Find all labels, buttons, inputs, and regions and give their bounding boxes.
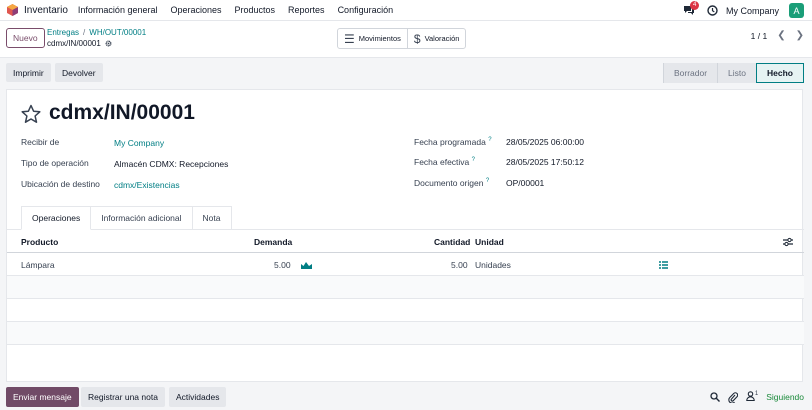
top-navbar: Inventario Información general Operacion… (0, 0, 812, 21)
gear-icon[interactable] (105, 40, 112, 47)
clock-icon[interactable] (707, 5, 718, 16)
notebook-tabs: Operaciones Información adicional Nota (21, 206, 232, 230)
field-value-recibir-de[interactable]: My Company (114, 138, 164, 148)
valoracion-button[interactable]: $ Valoración (406, 29, 466, 48)
list-icon: ☰ (344, 31, 355, 46)
breadcrumb-wh-out[interactable]: WH/OUT/00001 (89, 28, 146, 37)
field-label-documento-origen: Documento origen ? (414, 178, 490, 188)
current-record: cdmx/IN/00001 (47, 39, 112, 48)
chat-badge: 4 (689, 0, 700, 10)
empty-row (7, 299, 804, 322)
stage-hecho[interactable]: Hecho (756, 63, 804, 83)
form-sheet: cdmx/IN/00001 Recibir de My Company Tipo… (6, 89, 804, 382)
user-icon (746, 391, 755, 402)
table-header: Producto Demanda Cantidad Unidad (7, 231, 804, 253)
breadcrumb-entregas[interactable]: Entregas (47, 28, 79, 37)
field-value-documento-origen[interactable]: OP/00001 (506, 178, 544, 188)
breadcrumb-separator: / (83, 28, 86, 37)
cell-product: Lámpara (21, 260, 55, 270)
pager-value[interactable]: 1 / 1 (751, 31, 768, 41)
current-record-name: cdmx/IN/00001 (47, 39, 101, 48)
inventory-app-icon[interactable] (7, 4, 18, 16)
tab-nota[interactable]: Nota (192, 206, 232, 230)
tab-operaciones[interactable]: Operaciones (21, 206, 92, 230)
print-button[interactable]: Imprimir (6, 63, 51, 82)
table-row[interactable]: Lámpara 5.00 5.00 Unidades (7, 253, 804, 276)
nav-item-productos[interactable]: Productos (235, 5, 276, 15)
valoracion-label: Valoración (424, 34, 460, 43)
field-value-tipo-operacion[interactable]: Almacén CDMX: Recepciones (114, 159, 228, 169)
help-icon[interactable]: ? (486, 178, 489, 184)
field-label-recibir-de: Recibir de (21, 137, 60, 147)
field-label-fecha-programada: Fecha programada ? (414, 137, 492, 147)
field-label-fecha-efectiva: Fecha efectiva ? (414, 157, 475, 167)
search-icon[interactable] (710, 392, 720, 402)
messaging-button[interactable]: 4 (683, 0, 700, 17)
user-avatar[interactable]: A (789, 3, 804, 18)
cell-unit: Unidades (475, 260, 511, 270)
smart-buttons: ☰ Movimientos $ Valoración (337, 28, 467, 49)
following-button[interactable]: Siguiendo (766, 392, 804, 402)
cell-demand: 5.00 (274, 260, 291, 270)
field-value-ubicacion-destino[interactable]: cdmx/Existencias (114, 180, 180, 190)
star-icon[interactable] (21, 104, 41, 124)
record-title: cdmx/IN/00001 (49, 101, 195, 124)
status-bar: Imprimir Devolver Borrador Listo Hecho (0, 58, 812, 88)
nav-item-configuracion[interactable]: Configuración (338, 5, 394, 15)
field-label-tipo-operacion: Tipo de operación (21, 158, 89, 168)
followers-count: 1 (754, 391, 759, 397)
field-label-ubicacion-destino: Ubicación de destino (21, 179, 100, 189)
dollar-icon: $ (413, 31, 421, 46)
stage-pipeline: Borrador Listo Hecho (662, 63, 804, 83)
app-name[interactable]: Inventario (24, 5, 68, 16)
nav-item-informacion-general[interactable]: Información general (78, 5, 158, 15)
help-icon[interactable]: ? (488, 137, 491, 143)
column-producto[interactable]: Producto (21, 237, 58, 247)
activities-button[interactable]: Actividades (169, 387, 227, 407)
column-cantidad[interactable]: Cantidad (434, 237, 470, 247)
forecast-chart-icon[interactable] (301, 261, 312, 269)
chevron-right-icon[interactable]: ❯ (796, 30, 804, 41)
log-note-button[interactable]: Registrar una nota (81, 387, 165, 407)
stage-listo[interactable]: Listo (717, 63, 757, 83)
breadcrumb: Entregas / WH/OUT/00001 (47, 28, 146, 37)
tab-informacion-adicional[interactable]: Información adicional (91, 206, 193, 230)
field-value-fecha-programada[interactable]: 28/05/2025 06:00:00 (506, 137, 584, 147)
company-switcher[interactable]: My Company (726, 6, 779, 16)
help-icon[interactable]: ? (472, 157, 475, 163)
return-button[interactable]: Devolver (55, 63, 103, 82)
movimientos-button[interactable]: ☰ Movimientos (338, 29, 407, 48)
details-list-icon[interactable] (659, 261, 668, 269)
empty-row (7, 276, 804, 299)
send-message-button[interactable]: Enviar mensaje (6, 387, 79, 407)
column-settings-icon[interactable] (783, 237, 793, 247)
chevron-left-icon[interactable]: ❮ (777, 30, 785, 41)
movimientos-label: Movimientos (358, 34, 401, 43)
cell-quantity: 5.00 (451, 260, 468, 270)
nav-item-operaciones[interactable]: Operaciones (170, 5, 221, 15)
field-value-fecha-efectiva[interactable]: 28/05/2025 17:50:12 (506, 157, 584, 167)
empty-row (7, 322, 804, 345)
followers-button[interactable]: 1 (746, 391, 758, 403)
column-demanda[interactable]: Demanda (254, 237, 292, 247)
pager: 1 / 1 ❮ ❯ (751, 30, 804, 41)
chatter-bar: Enviar mensaje Registrar una nota Activi… (0, 384, 812, 410)
new-button[interactable]: Nuevo (6, 28, 45, 48)
paperclip-icon[interactable] (728, 391, 738, 403)
nav-item-reportes[interactable]: Reportes (288, 5, 325, 15)
chatter-tools: 1 Siguiendo (710, 389, 804, 405)
control-panel: Nuevo Entregas / WH/OUT/00001 cdmx/IN/0000… (0, 21, 812, 58)
stage-borrador[interactable]: Borrador (662, 63, 718, 83)
column-unidad[interactable]: Unidad (475, 237, 504, 247)
